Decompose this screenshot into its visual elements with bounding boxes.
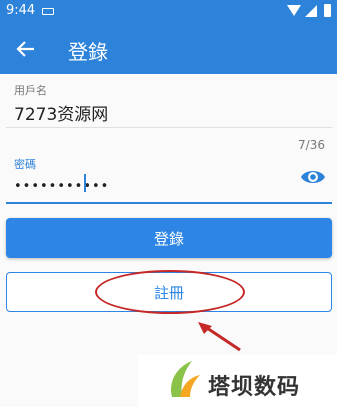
password-underline bbox=[6, 202, 332, 204]
status-time: 9:44 bbox=[6, 3, 36, 18]
username-underline bbox=[6, 127, 332, 128]
arrow-left-icon bbox=[16, 41, 34, 57]
watermark: 塔坝数码 bbox=[138, 355, 337, 407]
app-bar: 登錄 bbox=[0, 24, 337, 74]
username-input[interactable]: 7273资源网 bbox=[14, 100, 108, 125]
battery-icon bbox=[324, 4, 331, 17]
text-caret bbox=[84, 174, 86, 192]
password-field[interactable]: 密碼 ••••••••••• bbox=[6, 156, 332, 204]
page-title: 登錄 bbox=[68, 40, 108, 64]
wifi-icon bbox=[287, 5, 301, 16]
signal-icon bbox=[305, 5, 317, 17]
notification-icon bbox=[42, 8, 54, 15]
password-label: 密碼 bbox=[14, 158, 36, 171]
password-visibility-toggle[interactable] bbox=[300, 166, 326, 188]
watermark-text: 塔坝数码 bbox=[208, 375, 301, 400]
annotation-ellipse bbox=[95, 270, 245, 314]
username-label: 用戶名 bbox=[14, 84, 47, 97]
leaf-logo-icon bbox=[170, 361, 200, 397]
username-field[interactable]: 用戶名 7273资源网 bbox=[6, 82, 332, 128]
login-button[interactable]: 登錄 bbox=[6, 218, 332, 258]
password-input[interactable]: ••••••••••• bbox=[14, 179, 109, 194]
password-counter: 7/36 bbox=[298, 138, 325, 152]
annotation-arrow-icon bbox=[198, 322, 241, 352]
status-bar: 9:44 bbox=[0, 0, 337, 24]
back-button[interactable] bbox=[10, 33, 42, 65]
eye-icon bbox=[301, 171, 325, 183]
